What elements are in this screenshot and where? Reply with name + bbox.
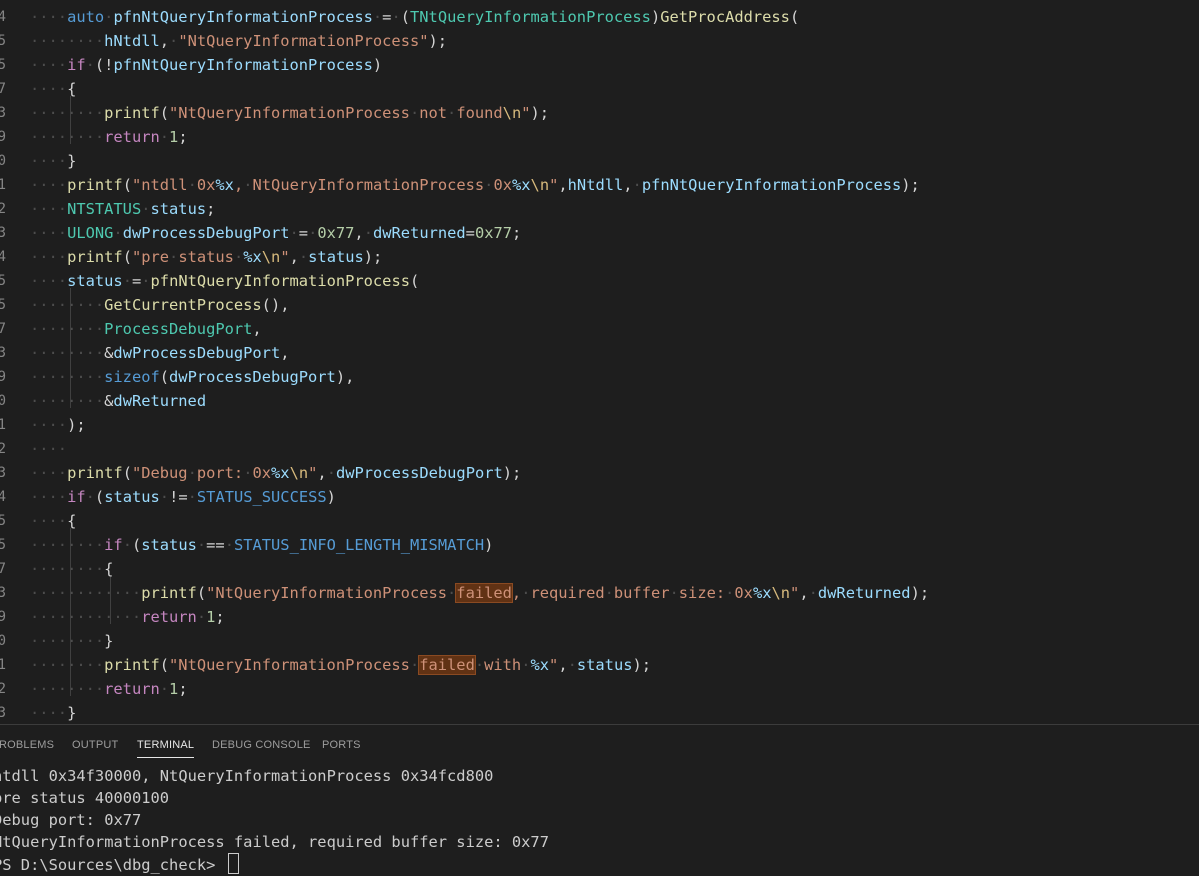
line-number: 7	[0, 561, 6, 577]
line-number: 9	[0, 609, 6, 625]
line-number: 3	[0, 705, 6, 721]
terminal-cursor	[227, 853, 239, 874]
line-number: 3	[0, 465, 6, 481]
line-number: 9	[0, 369, 6, 385]
tab-debug-console[interactable]: DEBUG CONSOLE	[212, 733, 311, 757]
terminal-prompt[interactable]: PS D:\Sources\dbg_check>	[0, 853, 239, 875]
line-number: 0	[0, 633, 6, 649]
line-number: 7	[0, 81, 6, 97]
line-number: 5	[0, 57, 6, 73]
line-number: 4	[0, 489, 6, 505]
line-number: 2	[0, 681, 6, 697]
terminal-line: Debug port: 0x77	[0, 811, 142, 829]
tab-output[interactable]: OUTPUT	[72, 733, 118, 757]
terminal-line: pre status 40000100	[0, 789, 170, 807]
prompt-text: PS D:\Sources\dbg_check>	[0, 856, 225, 874]
tab-ports[interactable]: PORTS	[322, 733, 361, 757]
line-number: 5	[0, 273, 6, 289]
terminal-line: ntdll 0x34f30000, NtQueryInformationProc…	[0, 767, 494, 785]
line-number: 5	[0, 33, 6, 49]
code-editor[interactable]: 4 ····auto·pfnNtQueryInformationProcess·=…	[0, 0, 1199, 724]
line-number: 5	[0, 537, 6, 553]
line-number: 5	[0, 513, 6, 529]
line-number: 1	[0, 417, 6, 433]
line-number: 1	[0, 177, 6, 193]
tab-terminal[interactable]: TERMINAL	[137, 733, 195, 758]
line-number: 2	[0, 201, 6, 217]
line-number: 3	[0, 105, 6, 121]
line-number: 3	[0, 345, 6, 361]
line-number: 2	[0, 441, 6, 457]
line-number: 9	[0, 129, 6, 145]
terminal-line: NtQueryInformationProcess failed, requir…	[0, 833, 549, 851]
line-number: 1	[0, 657, 6, 673]
line-number: 7	[0, 321, 6, 337]
line-number: 3	[0, 585, 6, 601]
line-number: 4	[0, 249, 6, 265]
line-number: 0	[0, 153, 6, 169]
line-number: 5	[0, 297, 6, 313]
tab-problems[interactable]: ROBLEMS	[0, 733, 54, 757]
line-number: 3	[0, 225, 6, 241]
line-number: 4	[0, 9, 6, 25]
line-number: 0	[0, 393, 6, 409]
bottom-panel: ROBLEMS OUTPUT TERMINAL DEBUG CONSOLE PO…	[0, 724, 1199, 876]
